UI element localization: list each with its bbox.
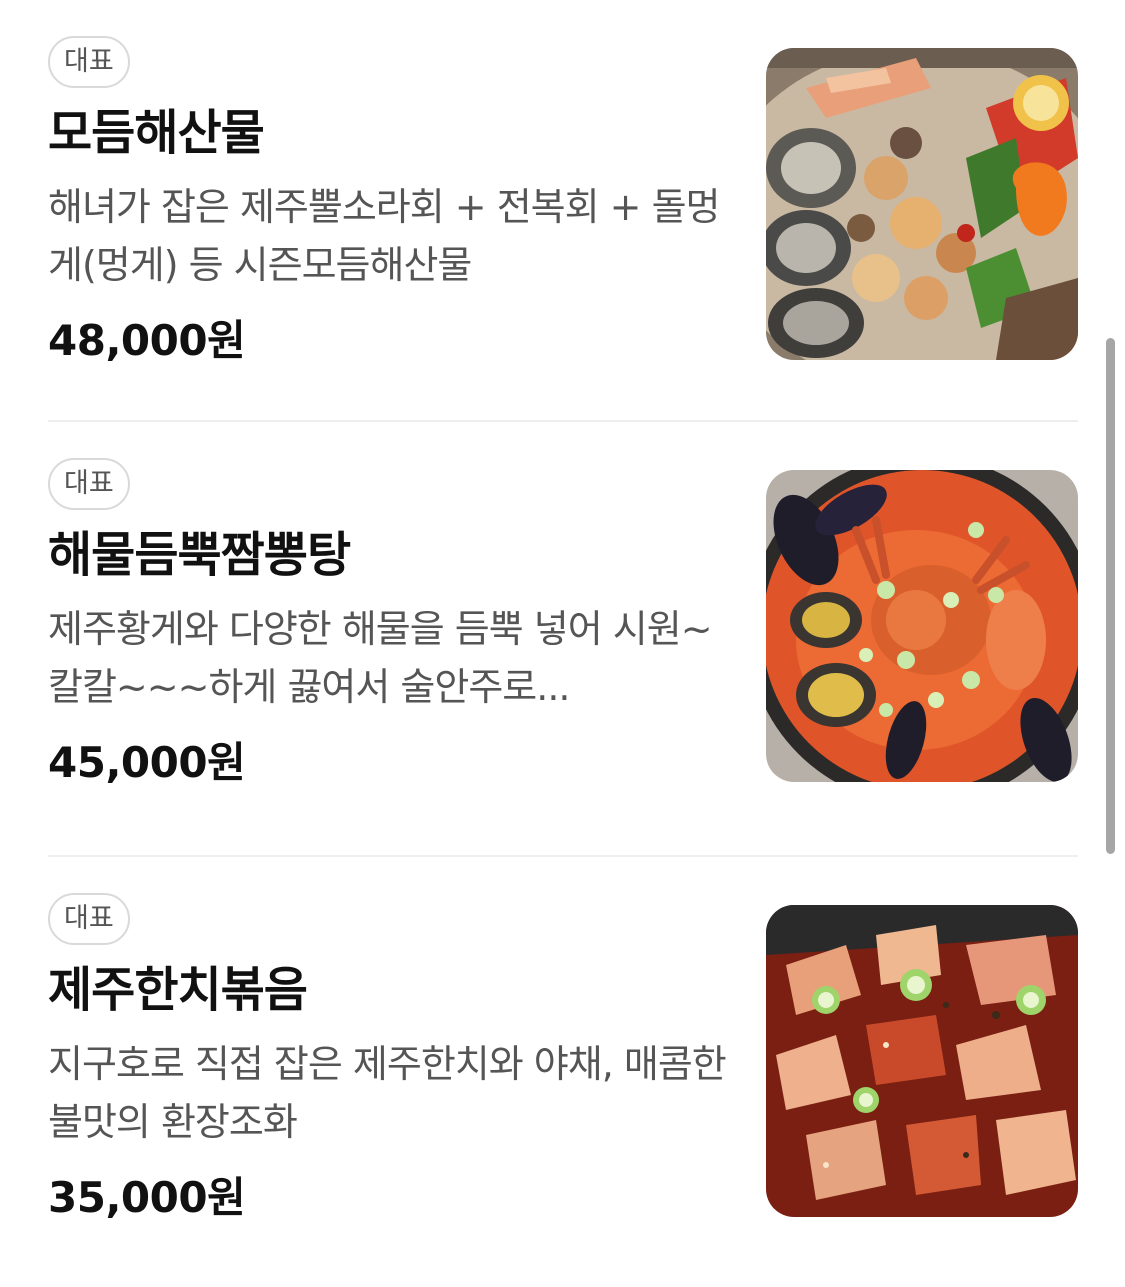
menu-item-price: 48,000원 <box>48 316 246 365</box>
menu-item-seafood-platter[interactable]: 대표 모듬해산물 해녀가 잡은 제주뿔소라회 + 전복회 + 돌멍게(멍게) 등… <box>48 0 1078 422</box>
vertical-scrollbar[interactable] <box>1106 338 1115 854</box>
menu-item-name: 해물듬뿍짬뽕탕 <box>48 527 351 583</box>
menu-item-description: 제주황게와 다양한 해물을 듬뿍 넣어 시원~ 칼칼~~~하게 끓여서 술안주로… <box>48 607 713 709</box>
menu-page: 대표 모듬해산물 해녀가 잡은 제주뿔소라회 + 전복회 + 돌멍게(멍게) 등… <box>0 0 1125 1287</box>
menu-item-text: 대표 제주한치볶음 지구호로 직접 잡은 제주한치와 야채, 매콤한 불맛의 환… <box>48 893 728 1233</box>
menu-item-name: 모듬해산물 <box>48 105 265 161</box>
menu-item-text: 대표 모듬해산물 해녀가 잡은 제주뿔소라회 + 전복회 + 돌멍게(멍게) 등… <box>48 36 728 376</box>
menu-list: 대표 모듬해산물 해녀가 잡은 제주뿔소라회 + 전복회 + 돌멍게(멍게) 등… <box>48 0 1078 1287</box>
menu-item-price: 45,000원 <box>48 738 246 787</box>
menu-item-price: 35,000원 <box>48 1173 246 1222</box>
signature-badge: 대표 <box>48 458 130 510</box>
jjamppong-stew-photo[interactable] <box>766 470 1078 782</box>
menu-item-stir-fried-squid[interactable]: 대표 제주한치볶음 지구호로 직접 잡은 제주한치와 야채, 매콤한 불맛의 환… <box>48 857 1078 1287</box>
menu-item-jjamppong[interactable]: 대표 해물듬뿍짬뽕탕 제주황게와 다양한 해물을 듬뿍 넣어 시원~ 칼칼~~~… <box>48 422 1078 857</box>
seafood-platter-photo[interactable] <box>766 48 1078 360</box>
menu-item-name: 제주한치볶음 <box>48 962 308 1018</box>
menu-item-text: 대표 해물듬뿍짬뽕탕 제주황게와 다양한 해물을 듬뿍 넣어 시원~ 칼칼~~~… <box>48 458 728 798</box>
signature-badge: 대표 <box>48 893 130 945</box>
menu-item-description: 지구호로 직접 잡은 제주한치와 야채, 매콤한 불맛의 환장조화 <box>48 1042 727 1144</box>
signature-badge: 대표 <box>48 36 130 88</box>
stir-fried-squid-photo[interactable] <box>766 905 1078 1217</box>
menu-item-description: 해녀가 잡은 제주뿔소라회 + 전복회 + 돌멍게(멍게) 등 시즌모듬해산물 <box>48 185 721 287</box>
